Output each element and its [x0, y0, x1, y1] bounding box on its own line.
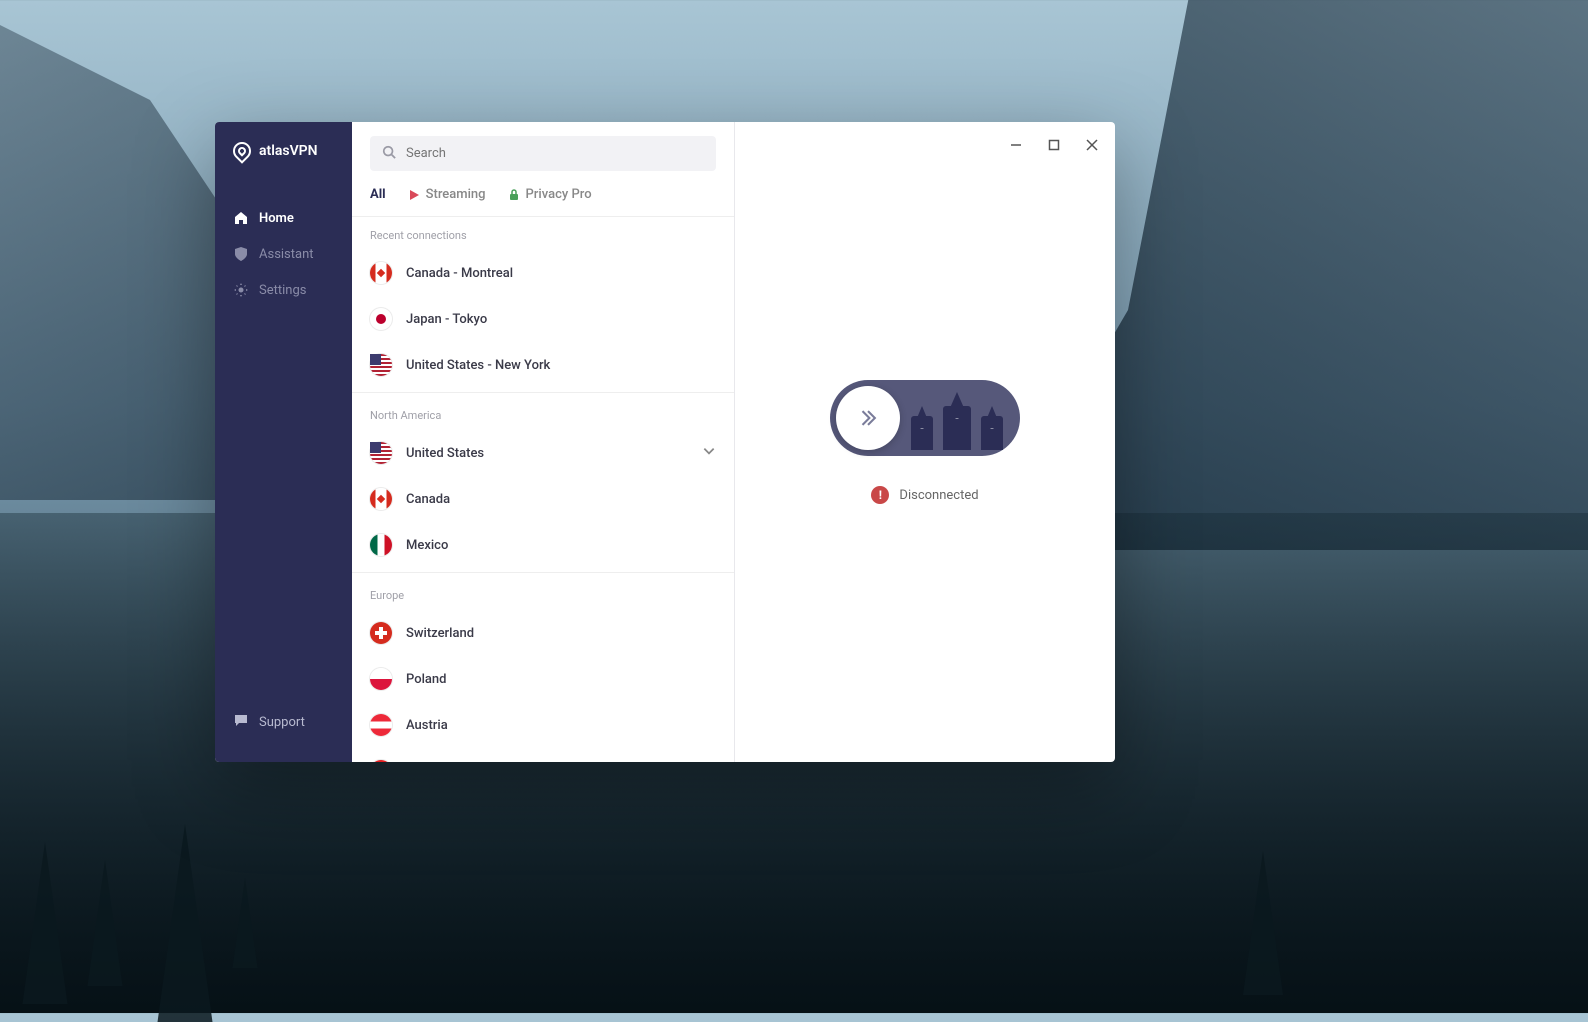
close-button[interactable]	[1079, 132, 1105, 158]
flag-icon	[370, 760, 392, 762]
maximize-button[interactable]	[1041, 132, 1067, 158]
nav-label: Settings	[259, 283, 306, 298]
flag-icon	[370, 488, 392, 510]
tab-privacy-pro[interactable]: Privacy Pro	[508, 187, 592, 202]
server-scroll[interactable]: Recent connections Canada - Montreal Jap…	[352, 217, 734, 762]
server-item[interactable]: United States	[352, 430, 734, 476]
search-box[interactable]	[370, 136, 716, 171]
app-name: atlasVPN	[259, 143, 318, 159]
nav-settings[interactable]: Settings	[215, 272, 352, 308]
shield-icon	[233, 246, 249, 262]
nav-assistant[interactable]: Assistant	[215, 236, 352, 272]
server-item[interactable]: Japan - Tokyo	[352, 296, 734, 342]
play-icon	[408, 189, 420, 201]
nav-label: Assistant	[259, 247, 314, 262]
server-label: Mexico	[406, 538, 448, 553]
nav-home[interactable]: Home	[215, 200, 352, 236]
divider	[352, 572, 734, 573]
tab-label: Streaming	[426, 187, 486, 202]
section-header: Europe	[352, 577, 734, 610]
section-header: Recent connections	[352, 217, 734, 250]
filter-tabs: All Streaming Privacy Pro	[352, 181, 734, 217]
flag-icon	[370, 534, 392, 556]
server-label: Poland	[406, 672, 446, 687]
flag-icon	[370, 308, 392, 330]
server-item[interactable]: Switzerland	[352, 610, 734, 656]
server-item[interactable]: United States - New York	[352, 342, 734, 388]
status-label: Disconnected	[899, 488, 978, 503]
flag-icon	[370, 262, 392, 284]
monster-icon	[911, 416, 933, 450]
server-label: United States	[406, 446, 484, 461]
search-input[interactable]	[406, 146, 704, 161]
gear-icon	[233, 282, 249, 298]
flag-icon	[370, 442, 392, 464]
app-window: atlasVPN Home Assistant Settings	[215, 122, 1115, 762]
tab-label: Privacy Pro	[526, 187, 592, 202]
nav-label: Home	[259, 211, 294, 226]
flag-icon	[370, 714, 392, 736]
server-label: Canada	[406, 492, 450, 507]
status-indicator-icon: !	[871, 486, 889, 504]
section-header: North America	[352, 397, 734, 430]
server-list-panel: All Streaming Privacy Pro Recent connect…	[352, 122, 735, 762]
server-label: Switzerland	[406, 626, 474, 641]
flag-icon	[370, 622, 392, 644]
server-item[interactable]: Poland	[352, 656, 734, 702]
server-label: United States - New York	[406, 358, 550, 373]
home-icon	[233, 210, 249, 226]
divider	[352, 392, 734, 393]
window-controls	[1003, 132, 1105, 158]
tab-streaming[interactable]: Streaming	[408, 187, 486, 202]
server-label: Japan - Tokyo	[406, 312, 487, 327]
monster-icon	[981, 416, 1003, 450]
server-item[interactable]: Austria	[352, 702, 734, 748]
connect-toggle[interactable]	[830, 380, 1020, 456]
app-logo: atlasVPN	[215, 142, 352, 200]
support-label: Support	[259, 715, 305, 730]
toggle-knob	[836, 386, 900, 450]
toggle-illustration	[900, 386, 1014, 450]
connection-status: ! Disconnected	[871, 486, 978, 504]
server-item[interactable]: Canada	[352, 476, 734, 522]
server-item[interactable]: Mexico	[352, 522, 734, 568]
flag-icon	[370, 668, 392, 690]
tab-all[interactable]: All	[370, 187, 386, 202]
server-label: Austria	[406, 718, 448, 733]
nav-support[interactable]: Support	[215, 702, 352, 742]
sidebar: atlasVPN Home Assistant Settings	[215, 122, 352, 762]
nav: Home Assistant Settings	[215, 200, 352, 702]
monster-icon	[943, 406, 971, 450]
search-icon	[382, 144, 396, 163]
lock-icon	[508, 189, 520, 201]
chevron-down-icon	[702, 444, 716, 462]
minimize-button[interactable]	[1003, 132, 1029, 158]
server-item[interactable]: Albania	[352, 748, 734, 762]
chat-icon	[233, 712, 249, 732]
logo-icon	[229, 138, 254, 163]
flag-icon	[370, 354, 392, 376]
tab-label: All	[370, 187, 386, 202]
server-label: Canada - Montreal	[406, 266, 513, 281]
server-item[interactable]: Canada - Montreal	[352, 250, 734, 296]
connection-panel: ! Disconnected	[735, 122, 1115, 762]
